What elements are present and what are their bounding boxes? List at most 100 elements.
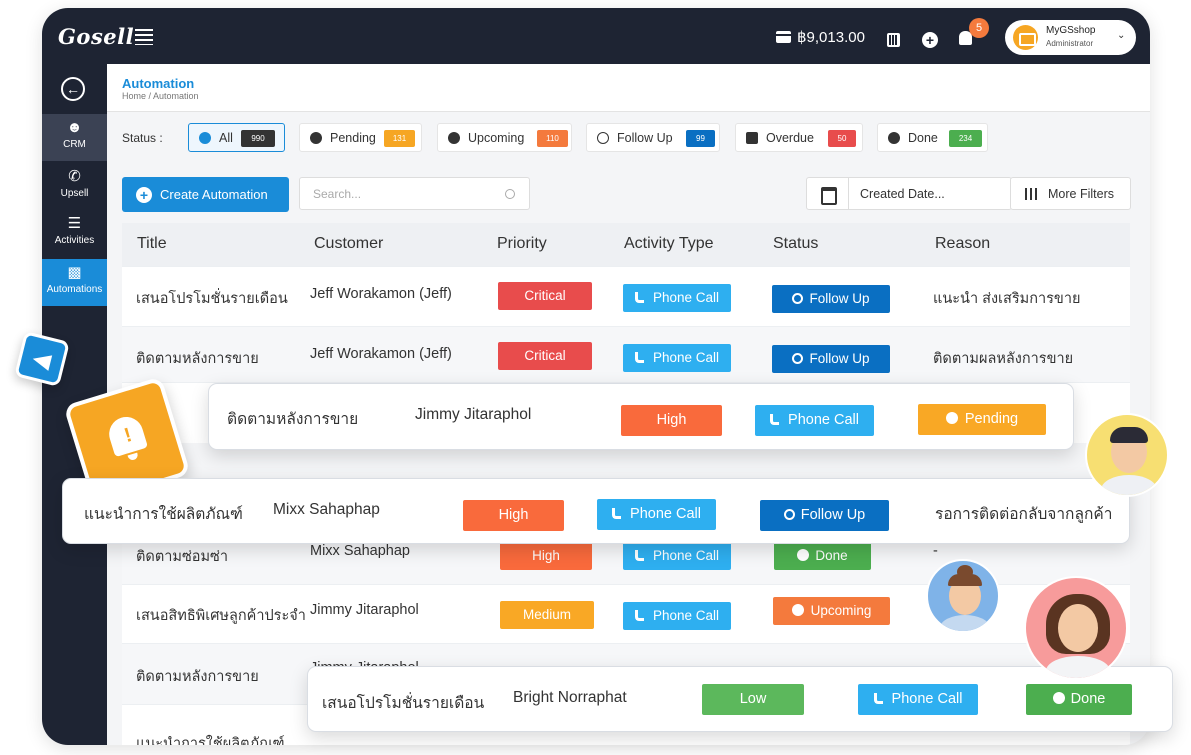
status-badge: Upcoming xyxy=(773,597,890,625)
search-input[interactable]: Search... xyxy=(299,177,530,210)
activity-badge: Phone Call xyxy=(623,602,731,630)
row-reason: แนะนำ ส่งเสริมการขาย xyxy=(933,291,1081,307)
column-header-customer[interactable]: Customer xyxy=(314,235,383,253)
history-icon xyxy=(597,131,609,144)
column-header-status[interactable]: Status xyxy=(773,235,818,253)
table-row[interactable]: เสนอโปรโมชั่นรายเดือน Jeff Worakamon (Je… xyxy=(122,266,1130,326)
sidebar-item-label: Automations xyxy=(46,284,103,295)
row-title: ติดตามหลังการขาย xyxy=(136,351,259,367)
sidebar-item-crm[interactable]: ☻ CRM xyxy=(42,114,107,161)
calendar-overdue-icon xyxy=(746,131,758,144)
chip-count: 234 xyxy=(949,130,982,147)
activity-badge: Phone Call xyxy=(623,542,731,570)
sidebar-item-label: Upsell xyxy=(60,188,89,199)
avatar-body xyxy=(940,615,990,631)
priority-badge: High xyxy=(463,500,564,531)
status-label: Upcoming xyxy=(810,603,872,618)
activity-label: Phone Call xyxy=(630,506,701,522)
card-customer: Bright Norraphat xyxy=(513,689,627,706)
floating-activity-card[interactable]: เสนอโปรโมชั่นรายเดือน Bright Norraphat L… xyxy=(307,666,1173,732)
logo-bars-icon xyxy=(135,29,154,45)
breadcrumb[interactable]: Home / Automation xyxy=(122,91,199,101)
activity-label: Phone Call xyxy=(652,350,720,365)
status-label: Follow Up xyxy=(800,507,866,523)
wallet-balance[interactable]: ฿9,013.00 xyxy=(776,28,865,46)
status-badge: Done xyxy=(1026,684,1132,715)
create-automation-button[interactable]: + Create Automation xyxy=(122,177,289,212)
activity-label: Phone Call xyxy=(652,608,720,623)
status-chip-done[interactable]: Done 234 xyxy=(877,123,988,152)
priority-badge: Critical xyxy=(498,342,592,370)
table-row[interactable]: ติดตามหลังการขาย Jeff Worakamon (Jeff) C… xyxy=(122,326,1130,382)
check-circle-icon xyxy=(797,549,810,561)
card-title: ติดตามหลังการขาย xyxy=(227,411,359,428)
user-role: Administrator xyxy=(1046,39,1094,48)
wallet-icon xyxy=(776,31,791,43)
priority-badge: Medium xyxy=(500,601,594,629)
check-circle-icon xyxy=(1052,692,1065,704)
column-header-title[interactable]: Title xyxy=(137,235,167,253)
created-date-picker[interactable]: Created Date... xyxy=(806,177,1012,210)
row-reason: - xyxy=(933,543,938,559)
row-title: เสนอสิทธิพิเศษลูกค้าประจำ xyxy=(136,608,306,624)
robot-icon: ▩ xyxy=(67,264,82,281)
activity-badge: Phone Call xyxy=(858,684,978,715)
column-header-activity-type[interactable]: Activity Type xyxy=(624,235,714,253)
activity-label: Phone Call xyxy=(788,412,859,428)
activity-label: Phone Call xyxy=(891,691,963,707)
floating-activity-card[interactable]: ติดตามหลังการขาย Jimmy Jitaraphol High P… xyxy=(208,383,1074,450)
activity-label: Phone Call xyxy=(652,290,720,305)
alarm-icon xyxy=(448,131,460,144)
status-chip-all[interactable]: All 990 xyxy=(188,123,285,152)
status-badge: Follow Up xyxy=(772,285,890,313)
priority-badge: Critical xyxy=(498,282,592,310)
logo[interactable]: Gosell xyxy=(58,24,154,49)
chevron-down-icon: ⌄ xyxy=(1117,30,1126,41)
row-title: แนะนำการใช้ผลิตภัณฑ์ xyxy=(136,736,285,745)
status-chip-pending[interactable]: Pending 131 xyxy=(299,123,422,152)
clock-icon xyxy=(310,131,322,144)
add-icon[interactable]: + xyxy=(922,32,938,48)
logo-text: Gosell xyxy=(58,24,135,49)
chip-label: Upcoming xyxy=(468,130,525,145)
row-reason: ติดตามผลหลังการขาย xyxy=(933,351,1074,367)
row-title: ติดตามหลังการขาย xyxy=(136,669,259,685)
plus-circle-icon: + xyxy=(136,186,152,203)
activity-badge: Phone Call xyxy=(623,344,731,372)
sidebar-item-upsell[interactable]: ✆ Upsell xyxy=(42,163,107,210)
back-arrow-icon[interactable]: ← xyxy=(61,77,85,101)
status-badge: Pending xyxy=(918,404,1046,435)
avatar-hair xyxy=(948,574,982,586)
sidebar-item-activities[interactable]: ☰ Activities xyxy=(42,210,107,257)
calculator-icon[interactable] xyxy=(887,33,900,47)
customer-avatar-woman xyxy=(926,559,1000,633)
priority-badge: High xyxy=(621,405,722,436)
chip-label: Overdue xyxy=(766,130,814,145)
chip-count: 110 xyxy=(537,130,568,147)
notification-badge: 5 xyxy=(969,18,989,38)
status-chip-follow-up[interactable]: Follow Up 99 xyxy=(586,123,720,152)
history-icon xyxy=(792,353,804,364)
status-chip-upcoming[interactable]: Upcoming 110 xyxy=(437,123,572,152)
more-filters-button[interactable]: More Filters xyxy=(1010,177,1131,210)
column-header-priority[interactable]: Priority xyxy=(497,235,547,253)
status-label: Done xyxy=(1070,691,1106,707)
create-automation-label: Create Automation xyxy=(160,187,268,202)
date-placeholder: Created Date... xyxy=(860,187,945,201)
pie-icon xyxy=(199,131,211,144)
check-circle-icon xyxy=(888,131,900,144)
floating-activity-card[interactable]: แนะนำการใช้ผลิตภัณฑ์ Mixx Sahaphap High … xyxy=(62,478,1130,544)
chip-count: 990 xyxy=(241,130,275,147)
status-chip-overdue[interactable]: Overdue 50 xyxy=(735,123,863,152)
calendar-icon[interactable] xyxy=(807,178,849,209)
phone-ring-icon: ✆ xyxy=(68,168,81,185)
sidebar-item-automations[interactable]: ▩ Automations xyxy=(42,259,107,306)
breadcrumb-bar: Automation Home / Automation xyxy=(107,64,1150,112)
user-menu[interactable]: MyGSshop Administrator ⌄ xyxy=(1005,20,1136,55)
phone-icon xyxy=(634,610,644,621)
chip-label: Pending xyxy=(330,130,376,145)
status-label: Done xyxy=(815,548,848,563)
column-header-reason[interactable]: Reason xyxy=(935,235,990,253)
headset-icon: ☻ xyxy=(66,119,83,136)
row-title: ติดตามซ่อมซ่า xyxy=(136,549,229,565)
